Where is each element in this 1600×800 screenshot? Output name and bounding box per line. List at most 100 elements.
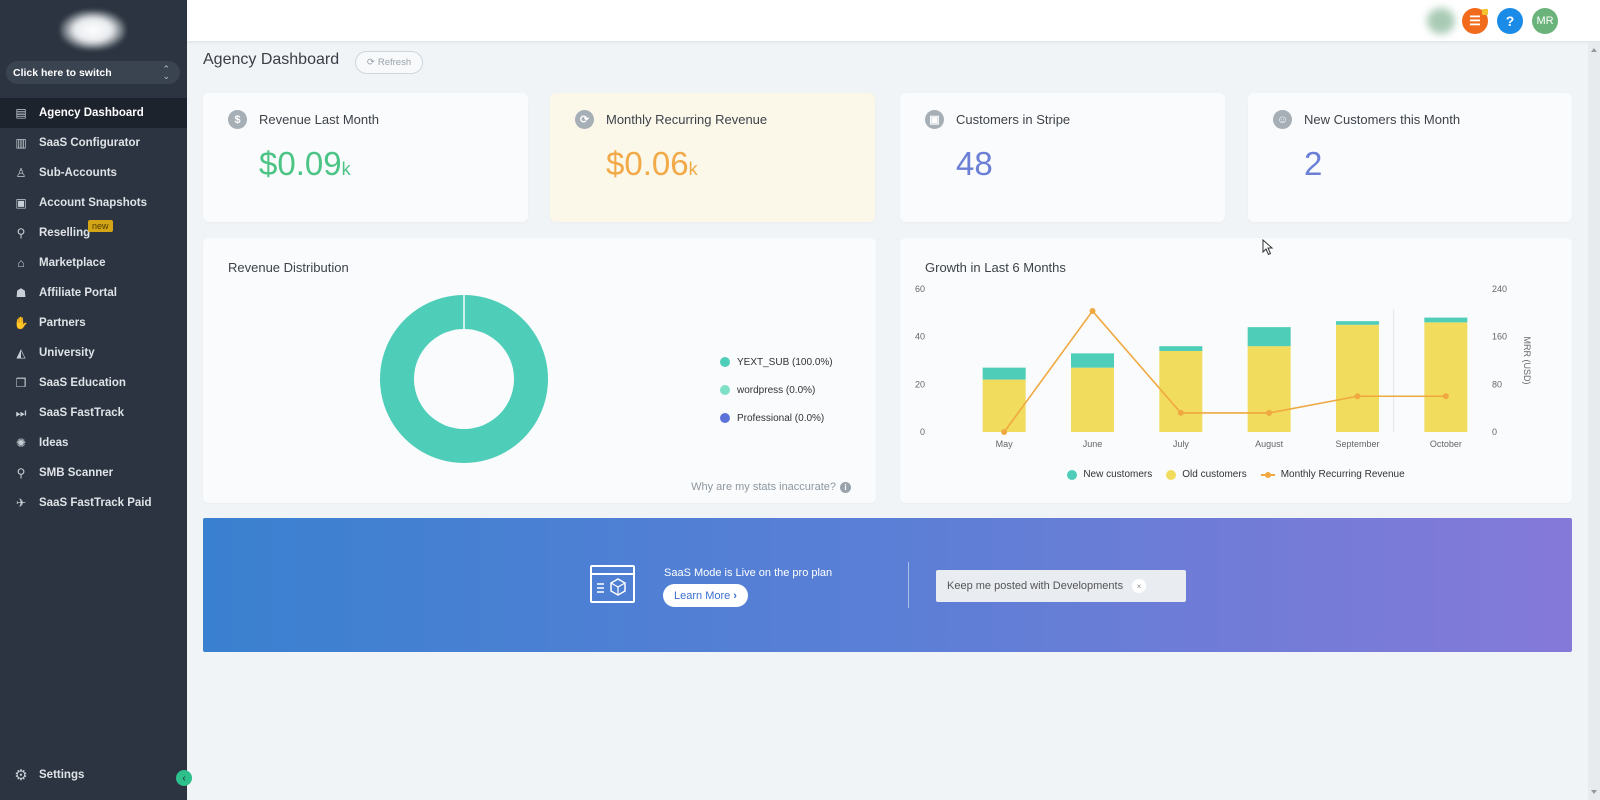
saas-browser-icon xyxy=(590,565,635,603)
pie-legend-item[interactable]: wordpress (0.0%) xyxy=(720,376,833,404)
bar-old-customers xyxy=(1336,324,1379,432)
y-tick-label: 20 xyxy=(915,379,925,389)
vertical-scrollbar[interactable] xyxy=(1588,42,1600,800)
sidebar-item-label: Marketplace xyxy=(39,257,106,269)
id-badge-icon: ▣ xyxy=(925,110,944,129)
mrr-line xyxy=(1003,309,1446,433)
handshake-icon: ✋ xyxy=(13,316,29,330)
chevron-up-down-icon: ⌃ ⌄ xyxy=(162,63,170,81)
lightbulb-icon: ✺ xyxy=(15,436,27,450)
sidebar-nav: ▤ Agency Dashboard ▥ SaaS Configurator ♙ Sub-… xyxy=(0,98,187,518)
stat-number: 48 xyxy=(956,145,993,182)
mrr-point xyxy=(1266,409,1273,416)
learn-more-button[interactable]: Learn More › xyxy=(663,584,748,607)
snapshot-icon: ▣ xyxy=(15,196,27,210)
chevron-left-icon: ‹ xyxy=(182,772,186,784)
stat-unit: k xyxy=(688,159,698,179)
y2-tick-label: 0 xyxy=(1492,427,1497,437)
bar-new-customers xyxy=(1071,353,1114,368)
banner-message: SaaS Mode is Live on the pro plan xyxy=(664,567,833,579)
sidebar-item-reselling[interactable]: ⚲ Reselling new xyxy=(0,218,187,248)
legend-label: Old customers xyxy=(1182,469,1247,480)
x-tick-label: May xyxy=(996,439,1014,449)
news-button[interactable]: ☰ xyxy=(1462,8,1488,34)
account-switcher[interactable]: Click here to switch ⌃ ⌄ xyxy=(6,61,180,84)
new-badge: new xyxy=(88,220,113,232)
sidebar-item-label: SaaS FastTrack Paid xyxy=(39,497,152,509)
user-avatar[interactable]: MR xyxy=(1532,8,1558,34)
stat-label: Revenue Last Month xyxy=(259,112,379,127)
agency-logo xyxy=(60,10,126,50)
keep-posted-button[interactable]: Keep me posted with Developments × xyxy=(936,570,1186,602)
sidebar-item-account-snapshots[interactable]: ▣ Account Snapshots xyxy=(0,188,187,218)
growth-chart: 0 20 40 60 0 80 160 240 MRR (USD) May June July Augu… xyxy=(915,284,1532,449)
chart-legend-item[interactable]: Old customers xyxy=(1166,469,1247,480)
sidebar-item-agency-dashboard[interactable]: ▤ Agency Dashboard xyxy=(0,98,187,128)
refresh-button[interactable]: ⟳ Refresh xyxy=(355,51,423,74)
sidebar-item-partners[interactable]: ✋ Partners xyxy=(0,308,187,338)
stat-number: 2 xyxy=(1304,145,1323,182)
gear-icon: ⚙ xyxy=(14,767,28,784)
sidebar-item-smb-scanner[interactable]: ⚲ SMB Scanner xyxy=(0,458,187,488)
refresh-icon: ⟳ xyxy=(575,110,594,129)
sidebar-item-ideas[interactable]: ✺ Ideas xyxy=(0,428,187,458)
legend-label: wordpress (0.0%) xyxy=(737,384,816,396)
bar-new-customers xyxy=(1247,327,1291,347)
stat-number: $0.09 xyxy=(259,145,342,182)
users-icon: ☗ xyxy=(15,286,27,300)
y2-tick-label: 160 xyxy=(1492,332,1507,342)
mrr-point xyxy=(1354,393,1361,400)
legend-swatch xyxy=(1166,469,1177,480)
scroll-down-arrow[interactable] xyxy=(1591,790,1597,794)
collapse-sidebar-button[interactable]: ‹ xyxy=(176,770,192,786)
help-button[interactable]: ? xyxy=(1497,8,1523,34)
plane-icon: ✈ xyxy=(15,496,27,510)
graduation-cap-icon: ◭ xyxy=(16,346,26,360)
scroll-up-arrow[interactable] xyxy=(1591,48,1597,52)
close-icon[interactable]: × xyxy=(1132,579,1147,593)
x-tick-label: July xyxy=(1173,439,1190,449)
sidebar-item-saas-fasttrack-paid[interactable]: ✈ SaaS FastTrack Paid xyxy=(0,488,187,518)
bar-new-customers xyxy=(1336,321,1379,325)
sidebar-item-marketplace[interactable]: ⌂ Marketplace xyxy=(0,248,187,278)
sidebar-item-affiliate-portal[interactable]: ☗ Affiliate Portal xyxy=(0,278,187,308)
dashboard-icon: ▤ xyxy=(15,106,27,120)
sidebar-item-university[interactable]: ◭ University xyxy=(0,338,187,368)
legend-label: Professional (0.0%) xyxy=(737,412,825,424)
mrr-point xyxy=(1442,393,1449,400)
stat-card-mrr: ⟳ Monthly Recurring Revenue $0.06k xyxy=(550,93,875,222)
sidebar-item-saas-configurator[interactable]: ▥ SaaS Configurator xyxy=(0,128,187,158)
sidebar-item-label: Agency Dashboard xyxy=(39,107,144,119)
y2-tick-label: 240 xyxy=(1492,284,1507,294)
sidebar-item-label: SMB Scanner xyxy=(39,467,114,479)
sidebar-item-settings[interactable]: ⚙ Settings xyxy=(13,766,84,784)
stats-inaccurate-link[interactable]: Why are my stats inaccurate? i xyxy=(691,481,851,493)
sidebar-item-saas-education[interactable]: ❒ SaaS Education xyxy=(0,368,187,398)
bar-new-customers xyxy=(1159,346,1203,351)
notification-dot xyxy=(1482,9,1488,15)
legend-swatch xyxy=(720,357,730,367)
bar-new-customers xyxy=(1424,317,1468,323)
mrr-point xyxy=(1089,308,1096,315)
mrr-point xyxy=(1177,409,1184,416)
new-user-icon: ☺ xyxy=(1273,110,1292,129)
pie-legend-item[interactable]: Professional (0.0%) xyxy=(720,404,833,432)
y2-axis-label: MRR (USD) xyxy=(1522,337,1532,385)
stat-value: 2 xyxy=(1304,145,1322,183)
chart-legend-item[interactable]: Monthly Recurring Revenue xyxy=(1260,469,1405,480)
sidebar-item-label: University xyxy=(39,347,95,359)
bar-old-customers xyxy=(1424,322,1468,432)
bar-old-customers xyxy=(1159,350,1203,432)
sidebar-item-saas-fasttrack[interactable]: ⏭ SaaS FastTrack xyxy=(0,398,187,428)
pie-legend: YEXT_SUB (100.0%) wordpress (0.0%) Profess… xyxy=(720,348,833,432)
blurred-avatar xyxy=(1427,8,1455,34)
chart-legend-item[interactable]: New customers xyxy=(1067,469,1152,480)
y2-tick-label: 80 xyxy=(1492,379,1502,389)
account-switcher-label: Click here to switch xyxy=(13,66,112,79)
sidebar-item-label: Account Snapshots xyxy=(39,197,147,209)
bar-old-customers xyxy=(1247,346,1291,432)
pie-legend-item[interactable]: YEXT_SUB (100.0%) xyxy=(720,348,833,376)
sidebar-item-label: SaaS Configurator xyxy=(39,137,140,149)
legend-label: Monthly Recurring Revenue xyxy=(1280,469,1405,480)
sidebar-item-sub-accounts[interactable]: ♙ Sub-Accounts xyxy=(0,158,187,188)
